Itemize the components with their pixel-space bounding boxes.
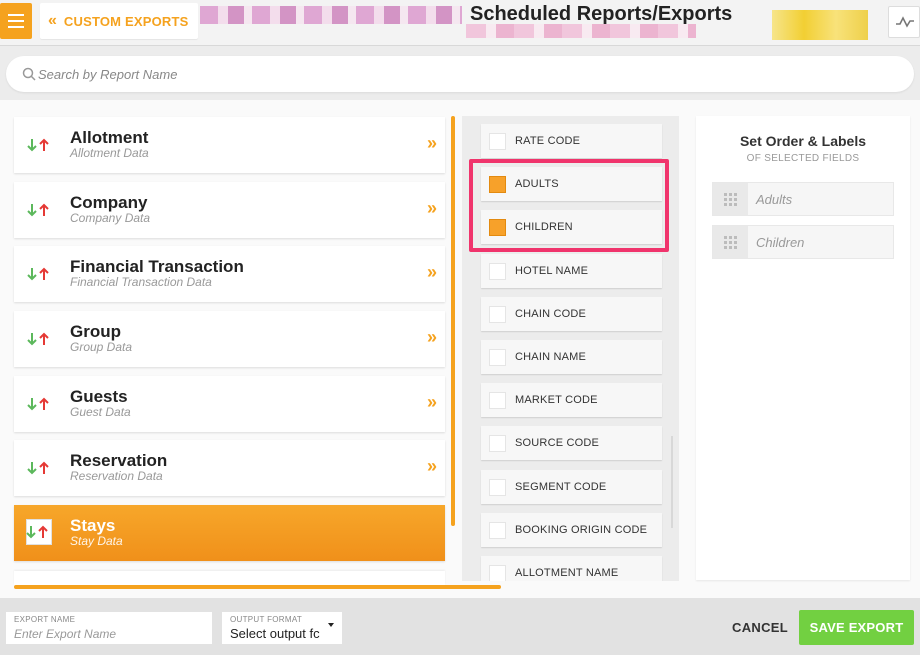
export-name-input[interactable] xyxy=(14,626,204,642)
field-checkbox[interactable] xyxy=(489,435,506,453)
category-name: Stays xyxy=(70,516,116,535)
field-checkbox[interactable] xyxy=(489,133,506,150)
field-label: HOTEL NAME xyxy=(515,264,589,277)
category-item-reservation[interactable]: Reservation Reservation Data » xyxy=(14,440,445,496)
category-item-stays[interactable]: Stays Stay Data xyxy=(14,505,445,561)
double-chevron-right-icon[interactable]: » xyxy=(427,456,437,477)
search-bar xyxy=(6,56,914,92)
double-chevron-right-icon[interactable]: » xyxy=(427,327,437,348)
category-subtitle: Reservation Data xyxy=(70,469,163,483)
sort-arrows-icon xyxy=(26,460,56,476)
field-label: SOURCE CODE xyxy=(515,437,600,450)
activity-icon[interactable] xyxy=(888,6,920,38)
field-item-allotment-name[interactable]: ALLOTMENT NAME xyxy=(481,556,662,581)
order-labels-panel: Set Order & Labels OF SELECTED FIELDS Ad… xyxy=(696,116,910,580)
category-name: Guests xyxy=(70,387,128,406)
double-chevron-left-icon: « xyxy=(48,12,57,29)
output-format-value: Select output fc xyxy=(230,626,320,641)
category-item-allotment[interactable]: Allotment Allotment Data » xyxy=(14,117,445,173)
category-subtitle: Guest Data xyxy=(70,405,131,419)
sort-arrows-icon xyxy=(26,331,56,347)
order-row-adults[interactable]: Adults xyxy=(712,182,894,216)
field-checkbox[interactable] xyxy=(489,262,506,280)
double-chevron-right-icon[interactable]: » xyxy=(427,133,437,154)
category-name: Company xyxy=(70,193,148,212)
field-item-source-code[interactable]: SOURCE CODE xyxy=(481,426,662,461)
category-name: Financial Transaction xyxy=(70,257,244,276)
hamburger-menu-icon[interactable] xyxy=(0,3,32,39)
field-item-chain-name[interactable]: CHAIN NAME xyxy=(481,340,662,374)
sort-arrows-icon xyxy=(26,396,56,412)
category-item-group[interactable]: Group Group Data » xyxy=(14,311,445,367)
export-name-field[interactable]: EXPORT NAME xyxy=(6,612,212,644)
drag-handle-icon[interactable] xyxy=(713,226,748,258)
order-panel-title: Set Order & Labels xyxy=(739,133,867,149)
order-row-label[interactable]: Adults xyxy=(756,192,792,207)
category-name: Allotment xyxy=(70,128,149,147)
double-chevron-right-icon[interactable]: » xyxy=(427,262,437,283)
field-label: MARKET CODE xyxy=(515,394,598,407)
blurred-content xyxy=(772,10,868,40)
search-input[interactable] xyxy=(38,64,898,84)
field-item-market-code[interactable]: MARKET CODE xyxy=(481,383,662,418)
drag-handle-icon[interactable] xyxy=(713,183,748,215)
category-subtitle: Company Data xyxy=(70,211,151,225)
accent-divider xyxy=(451,116,455,526)
field-item-rate-code[interactable]: RATE CODE xyxy=(481,124,662,158)
sort-arrows-icon xyxy=(26,137,56,153)
category-item-partial[interactable] xyxy=(14,571,445,585)
field-checkbox[interactable] xyxy=(489,349,506,366)
double-chevron-right-icon[interactable]: » xyxy=(427,198,437,219)
sort-arrows-icon xyxy=(26,266,56,282)
order-row-children[interactable]: Children xyxy=(712,225,894,259)
custom-exports-back-button[interactable]: « CUSTOM EXPORTS xyxy=(40,3,198,39)
category-item-guests[interactable]: Guests Guest Data » xyxy=(14,376,445,432)
field-checkbox[interactable] xyxy=(489,478,506,496)
field-label: RATE CODE xyxy=(515,135,581,147)
footer-bar: EXPORT NAME OUTPUT FORMAT Select output … xyxy=(0,598,920,655)
output-format-select[interactable]: OUTPUT FORMAT Select output fc xyxy=(222,612,342,644)
blurred-content xyxy=(466,24,696,38)
category-name: Reservation xyxy=(70,451,168,470)
save-export-button[interactable]: SAVE EXPORT xyxy=(799,610,914,645)
accent-divider xyxy=(14,585,501,589)
field-checkbox[interactable] xyxy=(489,521,506,539)
category-item-financial-transaction[interactable]: Financial Transaction Financial Transacti… xyxy=(14,246,445,302)
output-format-caption: OUTPUT FORMAT xyxy=(230,615,303,624)
category-name: Group xyxy=(70,322,121,341)
cancel-button[interactable]: CANCEL xyxy=(732,620,788,635)
category-subtitle: Stay Data xyxy=(70,534,123,548)
field-label: SEGMENT CODE xyxy=(515,480,607,493)
category-item-company[interactable]: Company Company Data » xyxy=(14,182,445,238)
top-bar: « CUSTOM EXPORTS Scheduled Reports/Expor… xyxy=(0,0,920,46)
field-label: ALLOTMENT NAME xyxy=(515,567,619,579)
field-item-chain-code[interactable]: CHAIN CODE xyxy=(481,296,662,331)
page-title: Scheduled Reports/Exports xyxy=(470,3,733,25)
field-item-segment-code[interactable]: SEGMENT CODE xyxy=(481,469,662,504)
order-row-label[interactable]: Children xyxy=(756,235,804,250)
order-panel-subtitle: OF SELECTED FIELDS xyxy=(746,153,860,164)
field-item-booking-origin-code[interactable]: BOOKING ORIGIN CODE xyxy=(481,512,662,547)
field-label: BOOKING ORIGIN CODE xyxy=(515,523,648,536)
field-checkbox[interactable] xyxy=(489,392,506,410)
blurred-content xyxy=(200,6,462,24)
search-icon xyxy=(22,67,36,81)
category-subtitle: Group Data xyxy=(70,340,133,354)
field-label: CHAIN CODE xyxy=(515,307,587,320)
field-checkbox[interactable] xyxy=(489,305,506,323)
sort-arrows-icon xyxy=(26,202,56,218)
field-list-scrollbar[interactable] xyxy=(671,436,673,528)
double-chevron-right-icon[interactable]: » xyxy=(427,392,437,413)
field-item-hotel-name[interactable]: HOTEL NAME xyxy=(481,253,662,288)
export-name-caption: EXPORT NAME xyxy=(14,615,76,624)
category-subtitle: Allotment Data xyxy=(70,146,149,160)
selected-fields-highlight xyxy=(469,159,669,252)
caret-down-icon xyxy=(328,623,334,627)
sort-arrows-icon xyxy=(26,519,52,545)
category-subtitle: Financial Transaction Data xyxy=(70,275,212,289)
field-checkbox[interactable] xyxy=(489,565,506,581)
back-button-label: CUSTOM EXPORTS xyxy=(63,13,189,29)
field-label: CHAIN NAME xyxy=(515,351,587,363)
